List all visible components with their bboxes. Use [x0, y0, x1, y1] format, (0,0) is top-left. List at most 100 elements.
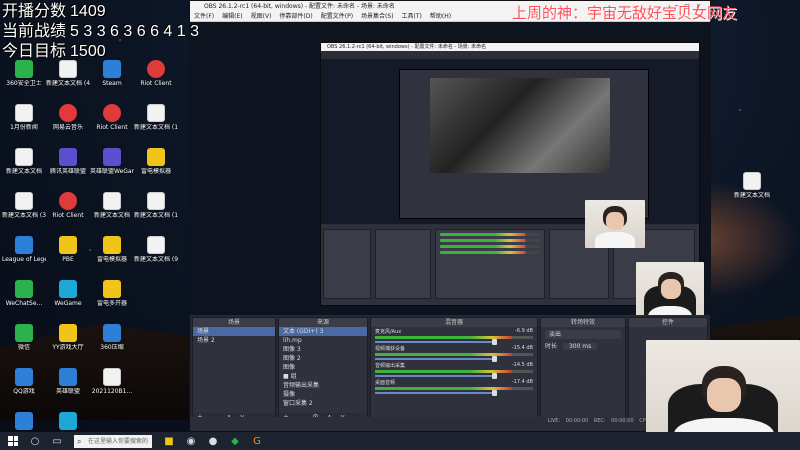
desktop-icon-label: 新建文本文档 (12): [134, 124, 178, 131]
desktop-icon[interactable]: 新建文本文档 (3): [2, 192, 46, 230]
desktop-icon-right-doc[interactable]: 新建文本文档: [730, 172, 774, 210]
mixer-channel-label-row: 桌面音频 -17.4 dB: [375, 379, 533, 386]
desktop-icon[interactable]: Riot Client: [46, 192, 90, 230]
desktop-icon[interactable]: 2021120B1...: [90, 368, 134, 406]
taskbar-search-input[interactable]: 在这里输入你要搜索的内容: [74, 434, 152, 448]
desktop-icon[interactable]: PBE: [46, 236, 90, 274]
obs-preview[interactable]: OBS 26.1.2-rc1 (64-bit, windows) - 配置文件:…: [190, 22, 710, 315]
mixer-channel[interactable]: 桌面音频 -17.4 dB: [371, 378, 537, 396]
obs-menu-item[interactable]: 编辑(E): [222, 12, 242, 21]
obs-taskbar-icon[interactable]: ◉: [184, 434, 198, 448]
volume-slider[interactable]: [375, 373, 496, 379]
app-icon: [59, 368, 77, 386]
scenes-dock[interactable]: 场景 场景 场景 2 + — ∧ ∨: [192, 317, 276, 423]
wechat-taskbar-icon[interactable]: ◆: [228, 434, 242, 448]
desktop-icon[interactable]: Riot Client: [134, 60, 178, 98]
duration-label: 时长: [545, 343, 558, 350]
stats-row-record: 当前战绩 5 3 3 6 3 6 6 4 1 3: [2, 22, 199, 42]
obs-window[interactable]: OBS 26.1.2-rc1 (64-bit, windows) - 配置文件:…: [189, 0, 711, 432]
desktop-icon[interactable]: 雷电多开器: [90, 280, 134, 318]
source-item[interactable]: 图像 3: [279, 345, 367, 354]
desktop-icon[interactable]: 新建文本文档 (10): [134, 192, 178, 230]
desktop-icon[interactable]: 1月份新闻: [2, 104, 46, 142]
desktop-icon[interactable]: Riot Client: [90, 104, 134, 142]
desktop-icon[interactable]: 360压缩: [90, 324, 134, 362]
desktop-icon-label: League of Legends: [2, 256, 46, 263]
desktop-icon[interactable]: 英雄联盟: [46, 368, 90, 406]
source-item[interactable]: 音频输出采集: [279, 381, 367, 390]
source-item[interactable]: 图像: [279, 363, 367, 372]
document-icon: [147, 104, 165, 122]
task-view-icon[interactable]: ▭: [50, 434, 64, 448]
source-item[interactable]: lih.mp: [279, 336, 367, 345]
mixer-channel-name: 音频输出采集: [375, 363, 406, 369]
desktop-icon[interactable]: 新建文本文档 (9): [134, 236, 178, 274]
source-item[interactable]: 图像 2: [279, 354, 367, 363]
source-item[interactable]: ■ 组: [279, 372, 367, 381]
source-item[interactable]: 窗口采集 2: [279, 399, 367, 408]
webcam-feed-small: [585, 200, 645, 248]
desktop-icon[interactable]: 360安全卫士: [2, 60, 46, 98]
desktop-icon[interactable]: 新建文本文档 (4): [46, 60, 90, 98]
desktop-icon[interactable]: 英雄联盟WeGame: [90, 148, 134, 186]
obs-menu-item[interactable]: 配置文件(P): [321, 12, 353, 21]
desktop-icon[interactable]: QQ游戏: [2, 368, 46, 406]
app-icon: [147, 148, 165, 166]
obs-menu-item[interactable]: 停靠部件(D): [279, 12, 312, 21]
mixer-channel[interactable]: 视频捕获设备 -15.4 dB: [371, 344, 537, 362]
scene-item[interactable]: 场景: [193, 327, 275, 336]
desktop-icon[interactable]: League of Legends: [2, 236, 46, 274]
source-item[interactable]: 文本 (GDI+) 3: [279, 327, 367, 336]
obs-menu-item[interactable]: 工具(T): [402, 12, 422, 21]
search-icon[interactable]: ○: [28, 434, 42, 448]
desktop-icon-label: 雷电模拟器: [96, 256, 127, 263]
desktop-icon[interactable]: Steam: [90, 60, 134, 98]
duration-input[interactable]: 300 ms: [562, 343, 598, 350]
mixer-channel-db: -14.5 dB: [511, 362, 533, 368]
sources-list[interactable]: 文本 (GDI+) 3 lih.mp 图像 3 图像 2 图像 ■ 组音频输出采集 摄像 窗口…: [279, 327, 367, 408]
volume-slider[interactable]: [375, 356, 496, 362]
stat-label: 今日目标: [2, 43, 67, 60]
webcam-feed-medium: [636, 262, 704, 315]
windows-start-icon[interactable]: [8, 436, 18, 446]
obs-menu-item[interactable]: 视图(V): [251, 12, 272, 21]
desktop-icon[interactable]: WeChatSe...: [2, 280, 46, 318]
mixer-dock[interactable]: 混音器 麦克风/Aux -6.9 dB 视频捕获设备 -15.4 dB 音频输出采集 -1…: [370, 317, 538, 423]
desktop-icon[interactable]: 新建文本文档: [2, 148, 46, 186]
transitions-dock[interactable]: 转场特效 淡出 时长 300 ms: [540, 317, 626, 423]
sources-dock[interactable]: 来源 文本 (GDI+) 3 lih.mp 图像 3 图像 2 图像 ■ 组音频输出采集摄…: [278, 317, 368, 423]
app-icon: [59, 104, 77, 122]
desktop-icon[interactable]: 网易云音乐: [46, 104, 90, 142]
mixer-channels[interactable]: 麦克风/Aux -6.9 dB 视频捕获设备 -15.4 dB 音频输出采集 -14.5 …: [371, 327, 537, 396]
game-taskbar-icon[interactable]: G: [250, 434, 264, 448]
desktop-icon[interactable]: 新建文本文档 (12): [134, 104, 178, 142]
app-taskbar-icon[interactable]: ●: [206, 434, 220, 448]
desktop-icon[interactable]: WeGame: [46, 280, 90, 318]
obs-menu-item[interactable]: 场景集合(S): [361, 12, 394, 21]
desktop-icon-label: Riot Client: [140, 80, 172, 87]
app-icon: [103, 148, 121, 166]
app-icon: [59, 280, 77, 298]
source-item[interactable]: 摄像: [279, 390, 367, 399]
volume-slider[interactable]: [375, 390, 496, 396]
transition-select[interactable]: 淡出: [545, 330, 621, 339]
desktop-icon[interactable]: 雷电模拟器: [134, 148, 178, 186]
desktop-icon[interactable]: 腾讯英雄联盟: [46, 148, 90, 186]
document-icon: [15, 192, 33, 210]
obs-menu-item[interactable]: 文件(F): [194, 12, 214, 21]
mixer-channel[interactable]: 麦克风/Aux -6.9 dB: [371, 327, 537, 345]
obs-menu-item[interactable]: 帮助(H): [430, 12, 451, 21]
top-banner-text: 上周的神：宇宙无敌好宝贝女网友: [512, 4, 738, 22]
scene-item[interactable]: 场景 2: [193, 336, 275, 345]
desktop-icon[interactable]: YY游戏大厅: [46, 324, 90, 362]
desktop-icon-label: 腾讯英雄联盟: [49, 168, 86, 175]
desktop-icon[interactable]: 新建文本文档: [90, 192, 134, 230]
file-explorer-icon[interactable]: ■: [162, 434, 176, 448]
desktop-icon-label: 新建文本文档: [93, 212, 130, 219]
mixer-channel-name: 视频捕获设备: [375, 346, 406, 352]
stream-stats-overlay: 开播分数 1409 当前战绩 5 3 3 6 3 6 6 4 1 3 今日目标 …: [2, 2, 199, 62]
desktop-icon[interactable]: 微信: [2, 324, 46, 362]
desktop-icon[interactable]: 雷电模拟器: [90, 236, 134, 274]
mixer-channel[interactable]: 音频输出采集 -14.5 dB: [371, 361, 537, 379]
volume-slider[interactable]: [375, 339, 496, 345]
